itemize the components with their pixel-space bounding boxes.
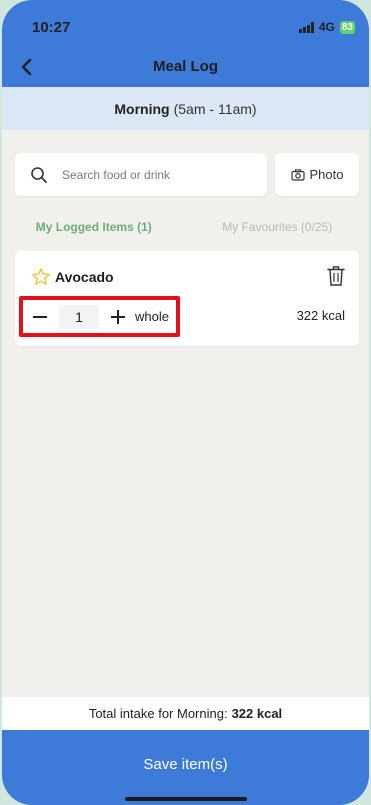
home-indicator: [124, 797, 247, 801]
save-label: Save item(s): [143, 756, 228, 773]
item-name: Avocado: [55, 269, 114, 285]
save-button[interactable]: Save item(s): [2, 730, 369, 805]
photo-button[interactable]: Photo: [275, 153, 359, 196]
photo-label: Photo: [309, 167, 344, 182]
search-box[interactable]: [15, 153, 267, 196]
item-tabs: My Logged Items (1) My Favourites (0/25): [2, 220, 369, 234]
period-name: Morning: [114, 100, 170, 117]
tab-favourites[interactable]: My Favourites (0/25): [186, 220, 370, 234]
minus-icon: [33, 315, 47, 318]
meal-period-bar: Morning (5am - 11am): [2, 87, 369, 130]
total-label: Total intake for Morning:: [88, 706, 228, 721]
increase-button[interactable]: [107, 306, 129, 328]
trash-icon[interactable]: [327, 265, 345, 287]
signal-icon: [298, 21, 314, 33]
network-type: 4G: [318, 20, 335, 34]
star-icon[interactable]: [31, 267, 51, 287]
total-value: 322 kcal: [231, 706, 283, 721]
status-time: 10:27: [32, 19, 71, 36]
item-title: Avocado: [31, 267, 114, 287]
total-intake-bar: Total intake for Morning: 322 kcal: [2, 697, 369, 730]
search-input[interactable]: [62, 167, 232, 182]
search-icon: [31, 166, 47, 183]
quantity-value[interactable]: 1: [59, 304, 99, 329]
period-range: (5am - 11am): [173, 100, 257, 117]
status-indicators: 4G 83: [298, 20, 355, 34]
app-screen: 10:27 4G 83 Meal Log Morning (5am - 11am…: [2, 0, 369, 805]
quantity-stepper: 1 whole: [19, 296, 180, 337]
tab-logged-items[interactable]: My Logged Items (1): [2, 220, 186, 234]
search-row: Photo: [15, 153, 359, 196]
decrease-button[interactable]: [29, 306, 51, 328]
plus-icon: [111, 309, 125, 324]
app-header: 10:27 4G 83 Meal Log: [2, 0, 369, 87]
battery-icon: 83: [339, 20, 355, 34]
camera-icon: [290, 168, 305, 181]
page-title: Meal Log: [152, 58, 218, 75]
item-calories: 322 kcal: [296, 308, 345, 323]
unit-label[interactable]: whole: [135, 309, 169, 324]
logged-item-card: Avocado 1 whole 322 kcal: [15, 251, 359, 346]
